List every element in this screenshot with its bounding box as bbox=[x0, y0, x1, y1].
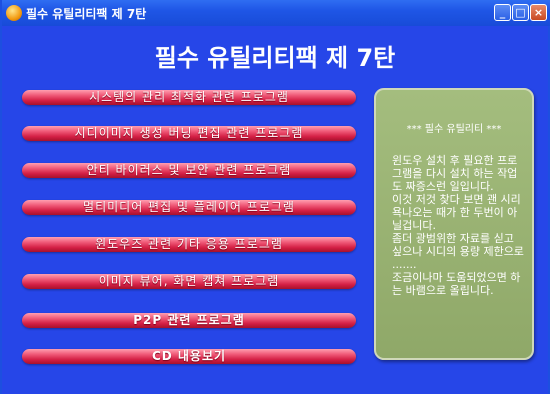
menu-button-image-viewer-capture[interactable]: 이미지 뷰어, 화면 캡쳐 프로그램 bbox=[22, 274, 356, 289]
title-bar[interactable]: 필수 유틸리티팩 제 7탄 _ □ × bbox=[2, 0, 550, 26]
main-content: 필수 유틸리티팩 제 7탄 시스템의 관리 최적화 관련 프로그램 시디이미지 … bbox=[2, 26, 548, 394]
app-icon bbox=[6, 5, 22, 21]
page-title: 필수 유틸리티팩 제 7탄 bbox=[154, 44, 396, 72]
close-button[interactable]: × bbox=[530, 4, 547, 21]
menu-button-multimedia[interactable]: 멀티미디어 편집 및 플레이어 프로그램 bbox=[22, 200, 356, 215]
menu-button-p2p[interactable]: P2P 관련 프로그램 bbox=[22, 313, 356, 328]
menu-button-windows-utilities[interactable]: 윈도우즈 관련 기타 응용 프로그램 bbox=[22, 237, 356, 252]
maximize-button[interactable]: □ bbox=[512, 4, 529, 21]
info-panel: *** 필수 유틸리티 *** 윈도우 설치 후 필요한 프로그램을 다시 설치… bbox=[374, 88, 534, 360]
info-panel-title: *** 필수 유틸리티 *** bbox=[406, 124, 502, 135]
window-title: 필수 유틸리티팩 제 7탄 bbox=[26, 7, 147, 21]
info-panel-body: 윈도우 설치 후 필요한 프로그램을 다시 설치 하는 작업도 짜증스런 일입니… bbox=[392, 154, 524, 297]
app-window: 필수 유틸리티팩 제 7탄 _ □ × 필수 유틸리티팩 제 7탄 시스템의 관… bbox=[0, 0, 550, 394]
minimize-button[interactable]: _ bbox=[494, 4, 511, 21]
menu-button-system-optimization[interactable]: 시스템의 관리 최적화 관련 프로그램 bbox=[22, 90, 356, 105]
menu-button-cd-contents[interactable]: CD 내용보기 bbox=[22, 349, 356, 364]
menu-button-cd-image-burning[interactable]: 시디이미지 생성 버닝 편집 관련 프로그램 bbox=[22, 126, 356, 141]
menu-button-antivirus-security[interactable]: 안티 바이러스 및 보안 관련 프로그램 bbox=[22, 163, 356, 178]
